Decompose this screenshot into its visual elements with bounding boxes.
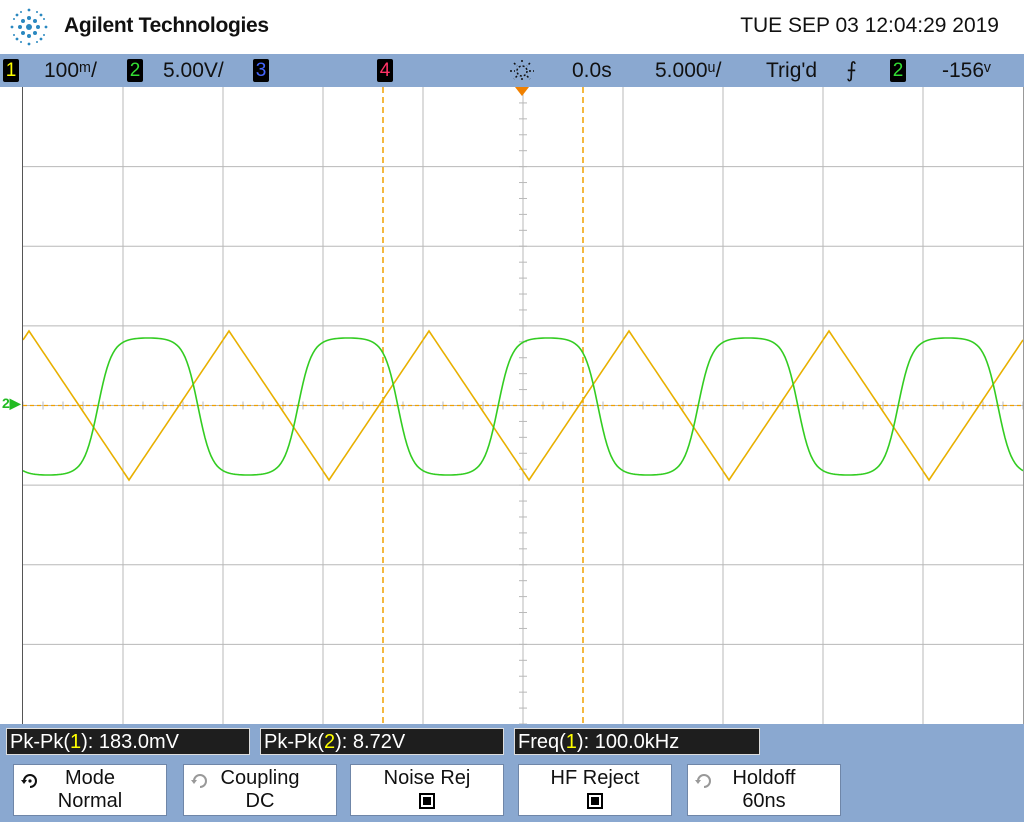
trigger-position-marker[interactable] <box>515 87 529 96</box>
rotate-knob-icon <box>695 774 711 788</box>
measurement-bar: Pk-Pk(1): 183.0mV Pk-Pk(2): 8.72V Freq(1… <box>0 724 1024 822</box>
trigger-slope-icon: ⨍ <box>846 59 857 82</box>
mode-softkey[interactable]: Mode Normal <box>13 764 167 816</box>
channel-2-ground-marker[interactable]: 2▶ <box>2 395 21 412</box>
mode-value: Normal <box>57 790 123 812</box>
hf-reject-softkey[interactable]: HF Reject <box>518 764 672 816</box>
title-bar: Agilent Technologies TUE SEP 03 12:04:29… <box>0 0 1024 54</box>
coupling-value: DC <box>245 790 275 812</box>
agilent-logo-icon <box>10 8 48 46</box>
rotate-knob-icon <box>191 774 207 788</box>
channel-3-badge[interactable]: 3 <box>253 59 269 82</box>
measurement-freq-1: Freq(1): 100.0kHz <box>514 728 760 755</box>
channel-4-badge[interactable]: 4 <box>377 59 393 82</box>
brand-name: Agilent Technologies <box>64 14 269 37</box>
holdoff-value: 60ns <box>742 790 786 812</box>
trigger-sun-icon <box>510 60 534 82</box>
trigger-source-badge[interactable]: 2 <box>890 59 906 82</box>
channel-2-badge[interactable]: 2 <box>127 59 143 82</box>
measurement-pkpk-2: Pk-Pk(2): 8.72V <box>260 728 504 755</box>
delay-value: 0.0s <box>572 59 612 82</box>
trigger-status: Trig'd <box>766 59 818 82</box>
coupling-softkey[interactable]: Coupling DC <box>183 764 337 816</box>
waveform-plot <box>23 87 1023 724</box>
hf-reject-label: HF Reject <box>550 767 640 789</box>
timebase-value: 5.000ᵘ/ <box>655 59 722 82</box>
rotate-knob-icon <box>21 774 37 788</box>
holdoff-softkey[interactable]: Holdoff 60ns <box>687 764 841 816</box>
noise-rej-softkey[interactable]: Noise Rej <box>350 764 504 816</box>
noise-rej-checkbox[interactable] <box>419 793 435 809</box>
channel-2-scale: 5.00V/ <box>163 59 224 82</box>
trigger-level: -156ᵛ <box>942 59 991 82</box>
channel-1-badge[interactable]: 1 <box>3 59 19 82</box>
status-bar: 1 100ᵐ/ 2 5.00V/ 3 4 0.0s 5.000ᵘ/ Trig'd… <box>0 54 1024 87</box>
hf-reject-checkbox[interactable] <box>587 793 603 809</box>
channel-1-scale: 100ᵐ/ <box>44 59 97 82</box>
datetime: TUE SEP 03 12:04:29 2019 <box>740 14 999 37</box>
noise-rej-label: Noise Rej <box>383 767 471 789</box>
waveform-display[interactable] <box>22 87 1024 724</box>
measurement-pkpk-1: Pk-Pk(1): 183.0mV <box>6 728 250 755</box>
